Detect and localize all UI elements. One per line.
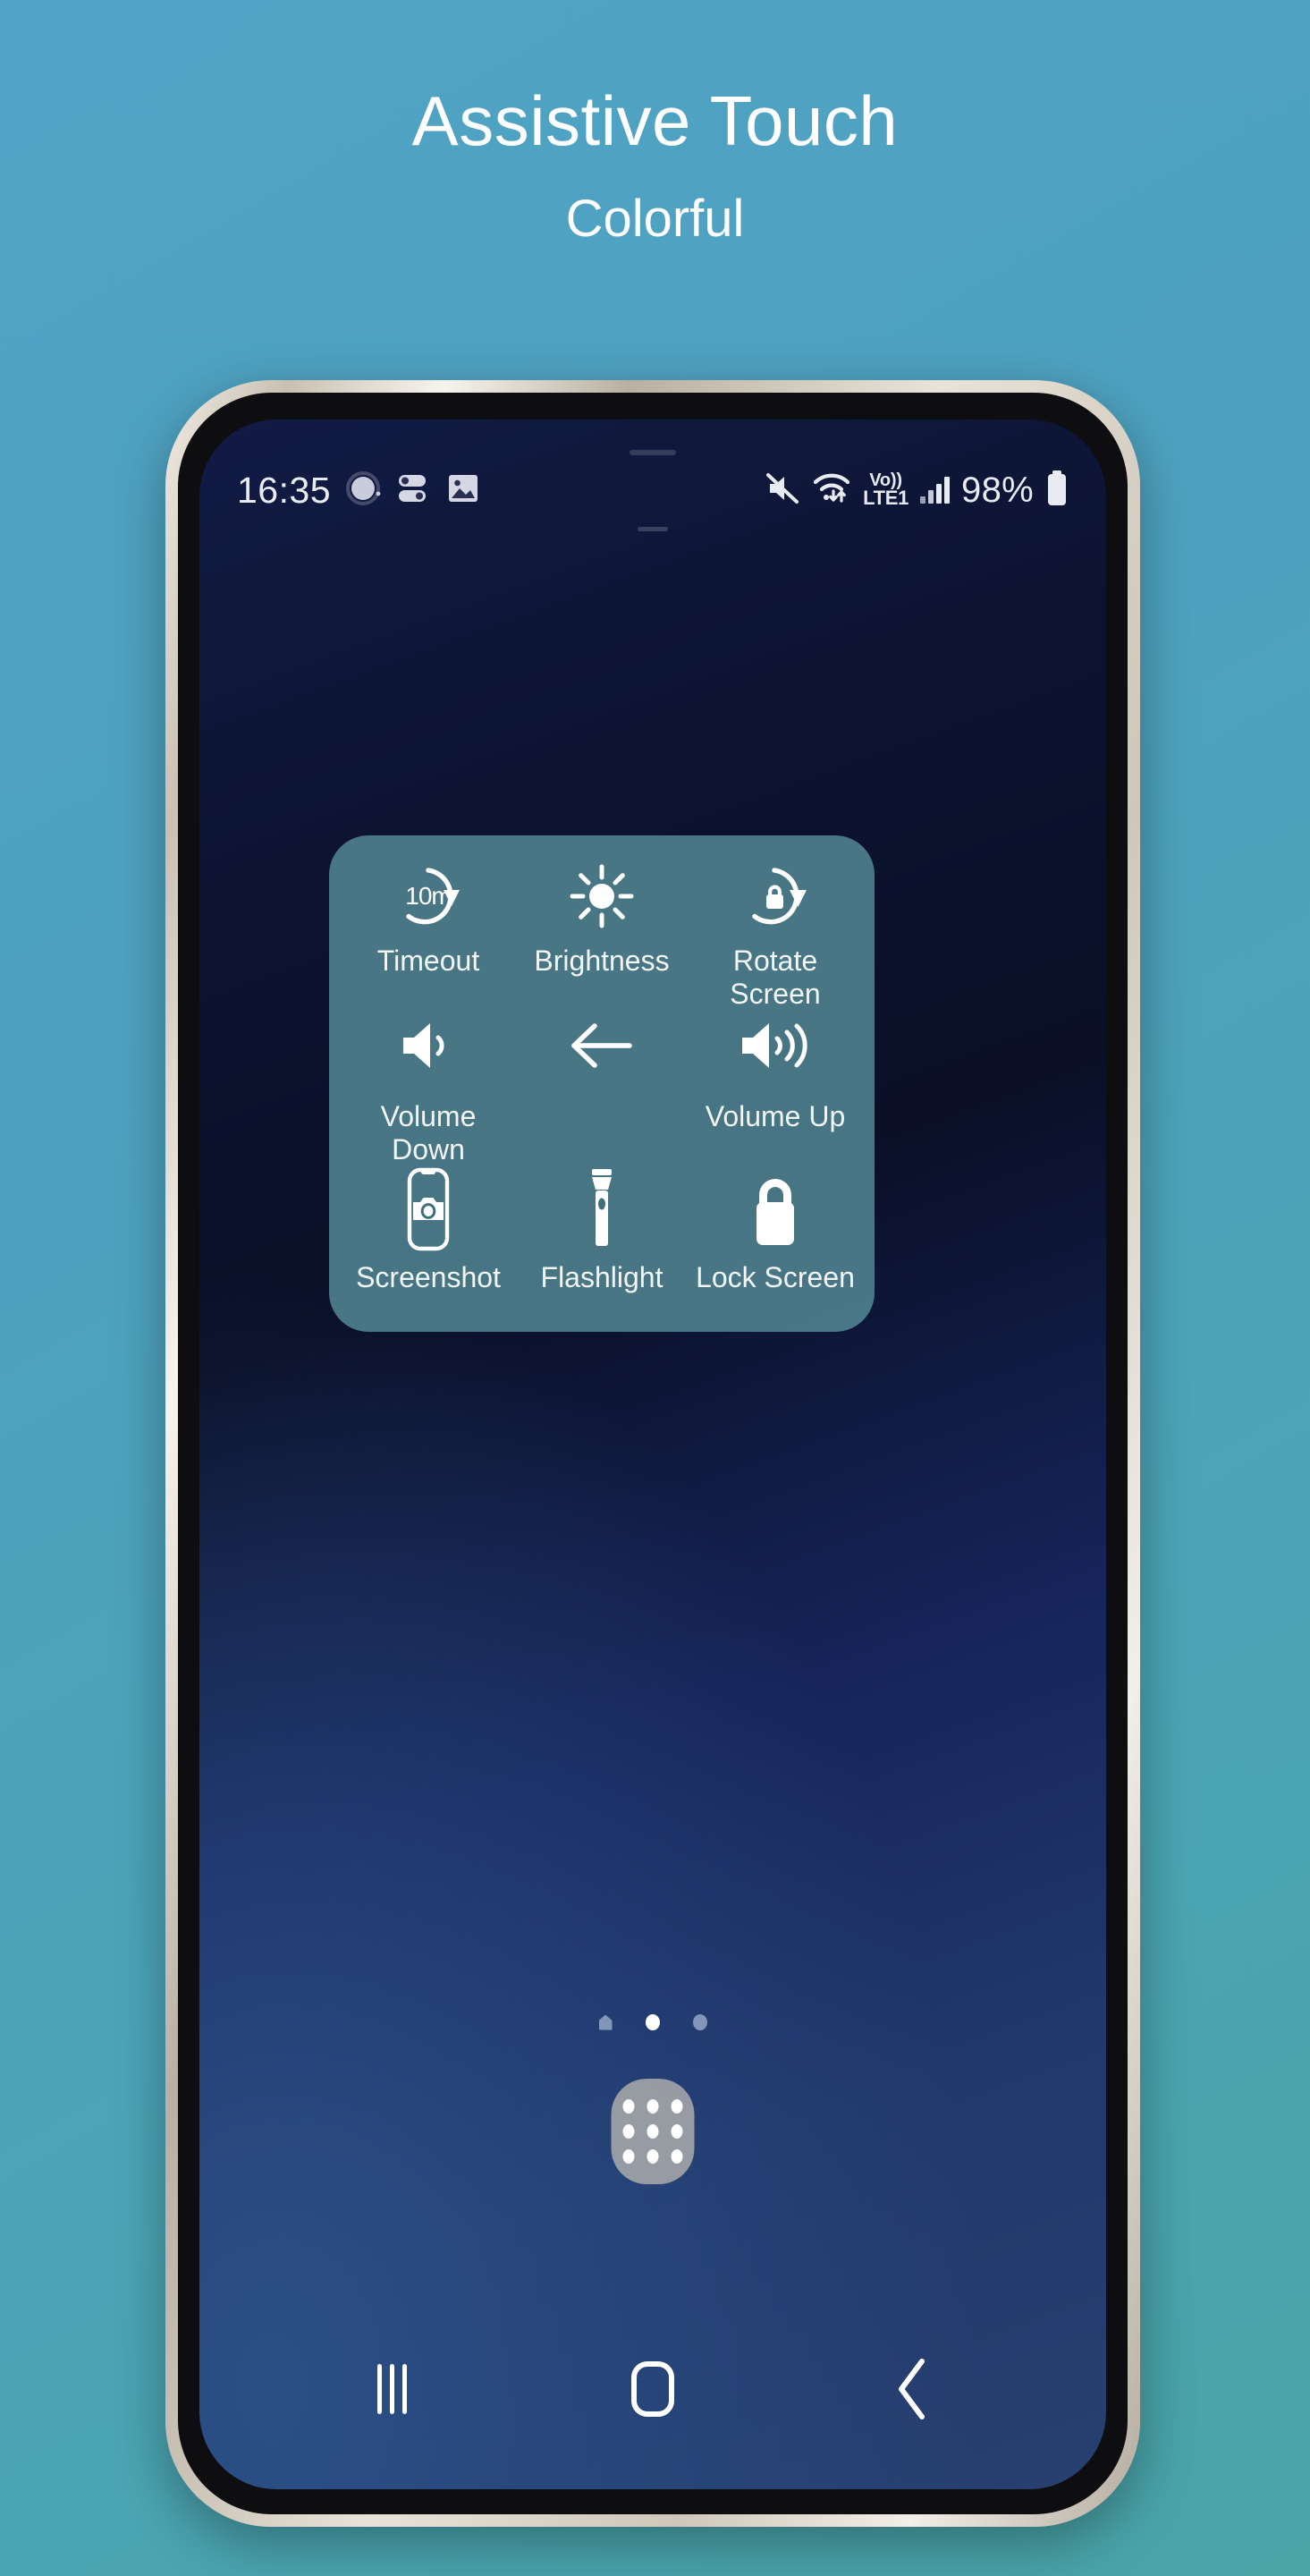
status-bar-right: Vo)) LTE1 98% xyxy=(765,470,1069,512)
assistive-item-label: Screenshot xyxy=(356,1261,501,1294)
phone-screen: 16:35 Vo)) LTE1 98% 10m Timeout Brightne… xyxy=(199,419,1106,2489)
assistive-item-label: Lock Screen xyxy=(696,1261,855,1294)
volume-down-icon xyxy=(396,1011,461,1080)
page-indicator-dot-active[interactable] xyxy=(645,2014,660,2030)
page-subtitle: Colorful xyxy=(565,189,745,248)
assistive-touch-panel[interactable]: 10m Timeout Brightness Rotate Screen Vol… xyxy=(329,835,875,1332)
back-arrow-icon xyxy=(565,1011,638,1080)
recents-icon[interactable] xyxy=(339,2349,446,2429)
volume-up-icon xyxy=(737,1011,814,1080)
navigation-bar xyxy=(199,2335,1106,2443)
battery-percent-label: 98% xyxy=(961,470,1034,510)
assistive-item-label: Timeout xyxy=(376,945,480,977)
timeout-icon: 10m xyxy=(394,860,462,932)
assistive-item-label: Volume Up xyxy=(705,1100,846,1133)
assistive-item-volume-up[interactable]: Volume Up xyxy=(689,1011,862,1166)
home-icon[interactable] xyxy=(599,2349,706,2429)
back-chevron-icon[interactable] xyxy=(859,2349,967,2429)
screenshot-icon xyxy=(401,1166,456,1252)
phone-mockup: 16:35 Vo)) LTE1 98% 10m Timeout Brightne… xyxy=(165,380,1140,2527)
assistive-item-label: Volume Down xyxy=(380,1100,477,1166)
assistive-item-brightness[interactable]: Brightness xyxy=(515,860,689,1011)
assistive-item-label: Rotate Screen xyxy=(730,945,821,1011)
page-indicator-home-dot[interactable] xyxy=(598,2014,613,2030)
assistive-item-volume-down[interactable]: Volume Down xyxy=(342,1011,515,1166)
page-title: Assistive Touch xyxy=(411,81,899,160)
timeout-badge-label: 10m xyxy=(405,882,452,910)
assistive-item-back[interactable] xyxy=(515,1011,689,1166)
rotate-screen-lock-icon xyxy=(740,860,810,932)
recording-dot-icon xyxy=(346,470,382,511)
promo-header: Assistive Touch Colorful xyxy=(0,0,1310,247)
wifi-icon xyxy=(812,471,851,510)
notch-indicator xyxy=(638,527,668,531)
brightness-icon xyxy=(569,860,635,932)
assistive-item-label: Brightness xyxy=(534,945,670,977)
mute-icon xyxy=(765,471,800,510)
assistive-item-lock-screen[interactable]: Lock Screen xyxy=(689,1166,862,1294)
status-bar-left: 16:35 xyxy=(237,470,480,512)
page-indicator[interactable] xyxy=(199,2014,1106,2030)
assistive-item-rotate-screen[interactable]: Rotate Screen xyxy=(689,860,862,1011)
assistive-item-label: Flashlight xyxy=(540,1261,663,1294)
assistive-touch-grid: 10m Timeout Brightness Rotate Screen Vol… xyxy=(342,860,862,1295)
status-bar: 16:35 Vo)) LTE1 98% xyxy=(199,464,1106,516)
assistive-item-timeout[interactable]: 10m Timeout xyxy=(342,860,515,1011)
phone-bezel: 16:35 Vo)) LTE1 98% 10m Timeout Brightne… xyxy=(178,393,1128,2514)
settings-sliders-icon xyxy=(397,470,431,511)
assistive-item-screenshot[interactable]: Screenshot xyxy=(342,1166,515,1294)
battery-icon xyxy=(1045,470,1069,512)
app-drawer-dots xyxy=(622,2099,683,2164)
flashlight-icon xyxy=(580,1166,623,1252)
earpiece-speaker xyxy=(630,450,676,455)
assistive-item-flashlight[interactable]: Flashlight xyxy=(515,1166,689,1294)
gallery-image-icon xyxy=(446,471,480,510)
volte-indicator: Vo)) LTE1 xyxy=(863,470,909,510)
signal-bars-icon xyxy=(920,477,951,504)
status-clock: 16:35 xyxy=(237,469,332,511)
page-indicator-dot[interactable] xyxy=(692,2014,707,2030)
lock-screen-icon xyxy=(746,1166,805,1252)
app-drawer-grid-icon[interactable] xyxy=(611,2079,695,2184)
